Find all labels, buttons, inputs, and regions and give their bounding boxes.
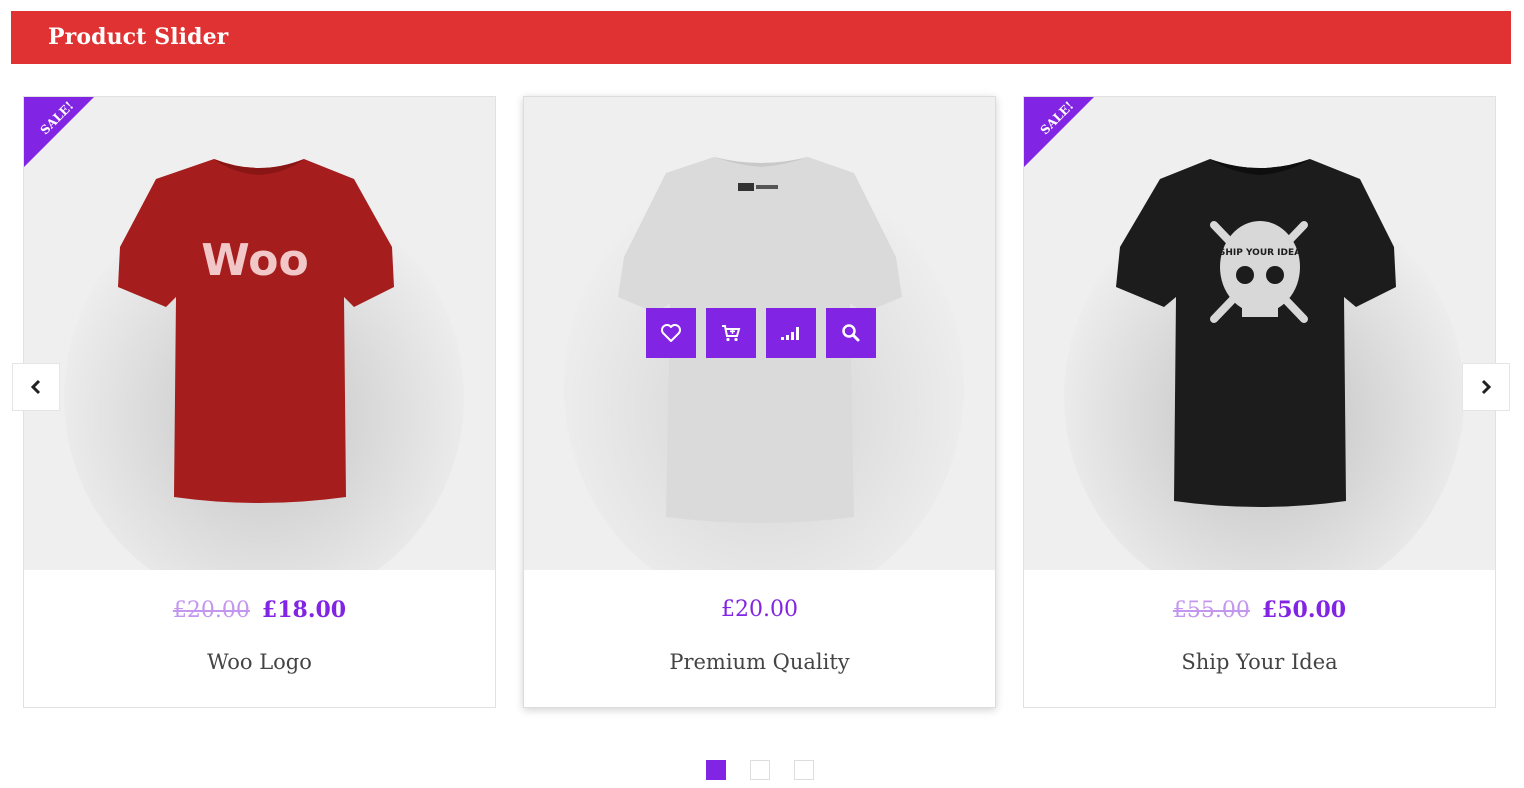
regular-price: £20.00 [721, 597, 798, 622]
price: £20.00 £18.00 [24, 597, 495, 623]
slider-pagination [706, 760, 814, 780]
shirt-print-text: Woo [201, 235, 308, 286]
product-name[interactable]: Premium Quality [524, 650, 995, 674]
sale-badge: SALE! [24, 97, 94, 167]
pagination-dot-3[interactable] [794, 760, 814, 780]
slider-next-button[interactable] [1462, 363, 1510, 411]
product-image[interactable]: Woo SALE! [24, 97, 495, 570]
quick-view-button[interactable] [826, 308, 876, 358]
shirt-print-text: SHIP YOUR IDEA [1219, 248, 1301, 258]
chevron-right-icon [1481, 379, 1492, 395]
compare-icon [781, 327, 799, 340]
compare-button[interactable] [766, 308, 816, 358]
old-price: £55.00 [1172, 598, 1250, 623]
heart-icon [661, 324, 681, 342]
sale-price: £18.00 [261, 597, 347, 623]
pagination-dot-1[interactable] [706, 760, 726, 780]
sale-badge: SALE! [1024, 97, 1094, 167]
add-to-cart-button[interactable] [706, 308, 756, 358]
chevron-left-icon [30, 379, 41, 395]
product-card-woo-logo[interactable]: Woo SALE! £20.00 £18.00 Woo Logo [23, 96, 496, 708]
product-name[interactable]: Ship Your Idea [1024, 650, 1495, 674]
price: £20.00 [524, 597, 995, 622]
product-name[interactable]: Woo Logo [24, 650, 495, 674]
product-actions [646, 308, 876, 358]
product-image[interactable] [524, 97, 995, 570]
old-price: £20.00 [172, 598, 250, 623]
product-card-ship-your-idea[interactable]: SHIP YOUR IDEA SALE! £55.00 £50.00 Ship Y… [1023, 96, 1496, 708]
product-image[interactable]: SHIP YOUR IDEA SALE! [1024, 97, 1495, 570]
product-card-premium-quality[interactable]: £20.00 Premium Quality [523, 96, 996, 708]
tshirt-image: SHIP YOUR IDEA [1064, 159, 1464, 570]
sale-price: £50.00 [1261, 597, 1347, 623]
section-header: Product Slider [11, 11, 1511, 64]
cart-icon [722, 325, 741, 342]
wishlist-button[interactable] [646, 308, 696, 358]
section-title: Product Slider [48, 24, 229, 50]
slider-prev-button[interactable] [12, 363, 60, 411]
search-icon [842, 324, 860, 342]
pagination-dot-2[interactable] [750, 760, 770, 780]
tshirt-image: Woo [64, 159, 464, 570]
price: £55.00 £50.00 [1024, 597, 1495, 623]
